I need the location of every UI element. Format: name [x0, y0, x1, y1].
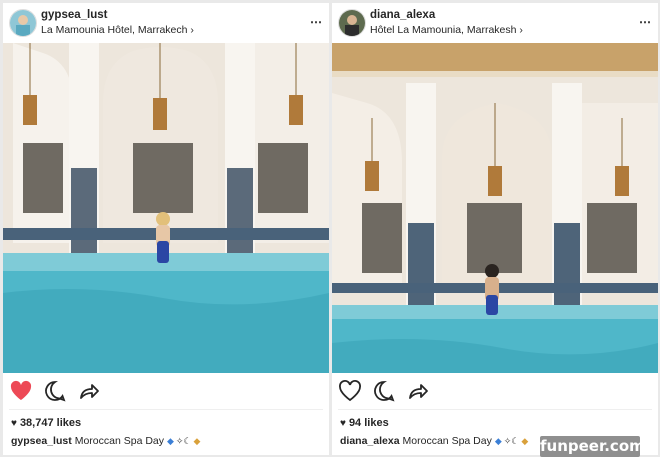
share-icon[interactable] [77, 379, 101, 403]
sparkle-moon-emoji-icon: ✧☾ [503, 436, 520, 446]
chevron-right-icon: › [519, 24, 523, 36]
chevron-right-icon: › [190, 24, 194, 36]
diamond-emoji-icon: ◆ [167, 436, 174, 446]
likes-count[interactable]: ♥ 94 likes [340, 417, 389, 429]
likes-text: 38,747 likes [19, 417, 82, 429]
diamond-emoji-icon: ◆ [494, 436, 502, 446]
location-text: Hôtel La Mamounia, Marrakesh [370, 24, 517, 36]
share-icon[interactable] [406, 379, 430, 403]
location-link[interactable]: La Mamounia Hôtel, Marrakech › [41, 24, 194, 36]
likes-count[interactable]: ♥ 38,747 likes [11, 417, 81, 429]
sparkle-moon-emoji-icon: ✧☾ [175, 436, 192, 446]
username[interactable]: diana_alexa [370, 9, 435, 21]
caption-text: Moroccan Spa Day [402, 435, 492, 447]
gold-diamond-emoji-icon: ◆ [521, 436, 529, 446]
gold-diamond-emoji-icon: ◆ [193, 436, 201, 446]
caption-username[interactable]: gypsea_lust [11, 435, 72, 447]
instagram-post-right: diana_alexa Hôtel La Mamounia, Marrakesh… [332, 3, 658, 455]
caption: gypsea_lust Moroccan Spa Day ◆ ✧☾ ◆ [11, 435, 200, 447]
likes-text: 94 likes [348, 417, 389, 429]
post-photo[interactable] [3, 43, 329, 373]
comment-icon[interactable] [372, 379, 396, 403]
location-text: La Mamounia Hôtel, Marrakech [41, 24, 188, 36]
heart-mini-icon: ♥ [11, 418, 17, 429]
caption-username[interactable]: diana_alexa [340, 435, 400, 447]
caption-text: Moroccan Spa Day [74, 435, 164, 447]
avatar[interactable] [338, 9, 366, 37]
action-bar [3, 379, 329, 407]
divider [9, 409, 323, 410]
heart-outline-icon[interactable] [338, 379, 362, 403]
divider [338, 409, 652, 410]
caption: diana_alexa Moroccan Spa Day ◆ ✧☾ ◆ [340, 435, 528, 447]
more-options-icon[interactable]: ⋯ [310, 15, 323, 29]
instagram-post-left: gypsea_lust La Mamounia Hôtel, Marrakech… [3, 3, 329, 455]
comment-icon[interactable] [43, 379, 67, 403]
action-bar [332, 379, 658, 407]
watermark: funpeer.com [540, 436, 645, 457]
post-header: diana_alexa Hôtel La Mamounia, Marrakesh… [332, 3, 658, 45]
heart-mini-icon: ♥ [340, 418, 346, 429]
more-options-icon[interactable]: ⋯ [639, 15, 652, 29]
avatar[interactable] [9, 9, 37, 37]
heart-filled-icon[interactable] [9, 379, 33, 403]
location-link[interactable]: Hôtel La Mamounia, Marrakesh › [370, 24, 523, 36]
post-header: gypsea_lust La Mamounia Hôtel, Marrakech… [3, 3, 329, 45]
username[interactable]: gypsea_lust [41, 9, 107, 21]
post-photo[interactable] [332, 43, 658, 373]
